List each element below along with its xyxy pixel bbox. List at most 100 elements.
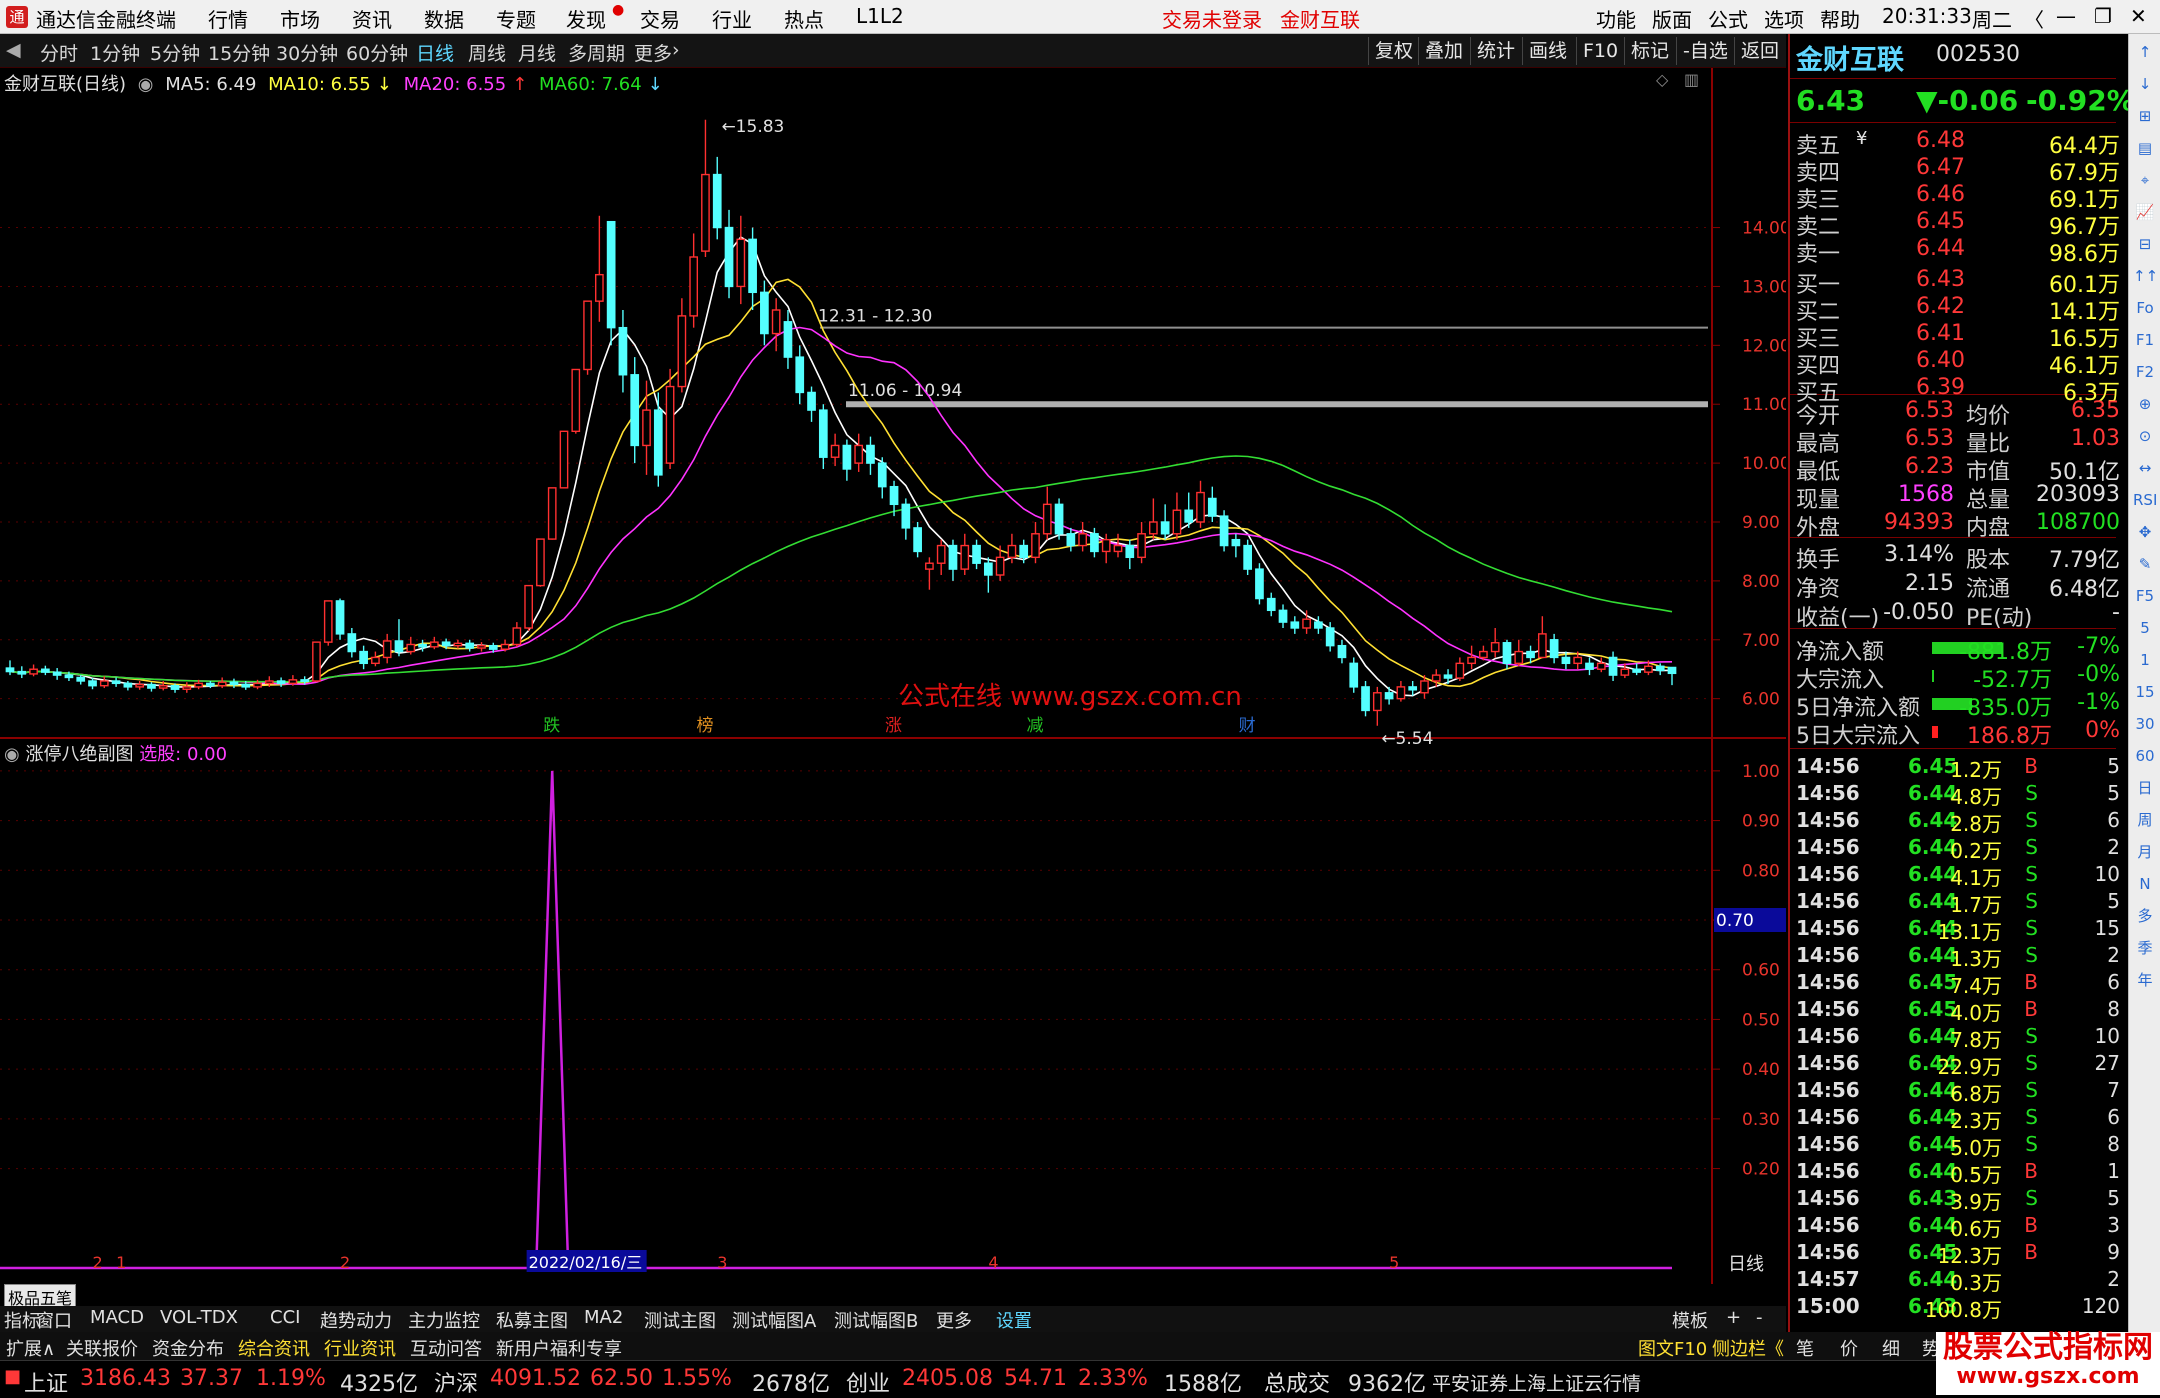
- huaxian-button[interactable]: 画线: [1522, 37, 1573, 65]
- candle[interactable]: [1608, 651, 1618, 681]
- candle[interactable]: [1207, 486, 1217, 522]
- indicator-tab[interactable]: MA2: [584, 1307, 623, 1328]
- back-button[interactable]: 返回: [1734, 37, 1785, 65]
- candle[interactable]: [1125, 539, 1135, 570]
- candle[interactable]: [571, 368, 581, 434]
- candle[interactable]: [1455, 657, 1465, 681]
- candle[interactable]: [1537, 616, 1547, 659]
- candle[interactable]: [760, 280, 769, 346]
- close-icon[interactable]: ✕: [2130, 4, 2147, 28]
- candle[interactable]: [948, 539, 958, 581]
- candle[interactable]: [1137, 522, 1146, 564]
- candle[interactable]: [1031, 522, 1040, 564]
- candle[interactable]: [983, 557, 993, 593]
- candle[interactable]: [5, 660, 15, 676]
- candle[interactable]: [1243, 539, 1253, 575]
- side-tool-icon[interactable]: 1: [2133, 648, 2157, 672]
- cy-label[interactable]: 创业: [846, 1366, 890, 1398]
- period-1min[interactable]: 1分钟: [90, 39, 140, 66]
- candle[interactable]: [689, 233, 699, 328]
- candle[interactable]: [1408, 681, 1418, 696]
- indicator-tab[interactable]: 窗口: [36, 1307, 72, 1333]
- candle[interactable]: [335, 598, 345, 640]
- right-tab[interactable]: 笔: [1796, 1335, 1814, 1361]
- indicator-tab[interactable]: MACD: [90, 1307, 144, 1328]
- candle[interactable]: [1384, 686, 1394, 705]
- candle[interactable]: [677, 298, 687, 393]
- bid-row[interactable]: 买二 6.42 14.1万: [1796, 294, 2122, 325]
- sh-label[interactable]: 上证: [24, 1366, 68, 1398]
- side-tool-icon[interactable]: Fo: [2133, 296, 2157, 320]
- side-tool-icon[interactable]: RSI: [2133, 488, 2157, 512]
- info-tab[interactable]: 互动问答: [410, 1335, 482, 1361]
- candle[interactable]: [1066, 527, 1076, 552]
- candle[interactable]: [359, 645, 368, 670]
- tick-row[interactable]: 14:56 6.44 22.9万 S 27: [1796, 1051, 2122, 1079]
- menu-hangye[interactable]: 行业: [712, 4, 752, 33]
- indicator-tab[interactable]: 主力监控: [408, 1307, 480, 1333]
- period-more[interactable]: 更多: [634, 39, 672, 66]
- right-tab[interactable]: 细: [1882, 1335, 1900, 1361]
- candle[interactable]: [1219, 510, 1229, 552]
- candle[interactable]: [1549, 633, 1559, 664]
- ask-row[interactable]: 卖三 6.46 69.1万: [1796, 182, 2122, 213]
- candle[interactable]: [1255, 563, 1264, 605]
- tick-row[interactable]: 14:56 6.44 0.5万 B 1: [1796, 1159, 2122, 1187]
- candle[interactable]: [1278, 604, 1288, 628]
- candle[interactable]: [736, 215, 746, 305]
- menu-banmian[interactable]: 版面: [1652, 4, 1692, 33]
- candle[interactable]: [29, 664, 38, 677]
- candle[interactable]: [783, 310, 793, 369]
- indicator-tab[interactable]: 测试幅图A: [732, 1307, 816, 1333]
- side-tool-icon[interactable]: ↑: [2133, 40, 2157, 64]
- period-multi[interactable]: 多周期: [568, 39, 625, 66]
- candle[interactable]: [465, 639, 475, 652]
- tick-row[interactable]: 14:56 6.43 3.9万 S 5: [1796, 1186, 2122, 1214]
- candle[interactable]: [1101, 533, 1111, 564]
- candle[interactable]: [1054, 498, 1064, 540]
- tick-row[interactable]: 14:56 6.44 4.1万 S 10: [1796, 862, 2122, 890]
- menu-jiaoyi[interactable]: 交易: [640, 4, 680, 33]
- tick-row[interactable]: 14:56 6.44 5.0万 S 8: [1796, 1132, 2122, 1160]
- indicator-tab[interactable]: 更多: [936, 1307, 972, 1333]
- info-tab[interactable]: 关联报价: [66, 1335, 138, 1361]
- tick-row[interactable]: 14:56 6.45 4.0万 B 8: [1796, 997, 2122, 1025]
- ask-row[interactable]: 卖四 6.47 67.9万: [1796, 155, 2122, 186]
- candle[interactable]: [536, 538, 545, 587]
- candle[interactable]: [877, 457, 887, 499]
- tick-row[interactable]: 14:57 6.44 0.3万 2: [1796, 1267, 2122, 1295]
- candle[interactable]: [913, 522, 922, 558]
- tick-row[interactable]: 14:56 6.45 7.4万 B 6: [1796, 970, 2122, 998]
- candle[interactable]: [1172, 492, 1182, 540]
- period-daily[interactable]: 日线: [416, 39, 454, 66]
- candle[interactable]: [1490, 628, 1500, 658]
- menu-zixun[interactable]: 资讯: [352, 4, 392, 33]
- candle[interactable]: [88, 678, 97, 690]
- tick-row[interactable]: 14:56 6.45 1.2万 B 5: [1796, 754, 2122, 782]
- indicator-tab[interactable]: 测试主图: [644, 1307, 716, 1333]
- candle[interactable]: [147, 682, 156, 692]
- candle[interactable]: [960, 533, 970, 575]
- info-tab[interactable]: 行业资讯: [324, 1335, 396, 1361]
- menu-bangzhu[interactable]: 帮助: [1820, 4, 1860, 33]
- candle[interactable]: [52, 668, 62, 680]
- indicator-tab[interactable]: 设置: [996, 1307, 1032, 1333]
- candle[interactable]: [1160, 504, 1170, 540]
- candle[interactable]: [382, 633, 392, 664]
- candle[interactable]: [453, 639, 463, 649]
- side-tool-icon[interactable]: 5: [2133, 616, 2157, 640]
- candle[interactable]: [559, 430, 569, 489]
- tick-row[interactable]: 14:56 6.44 13.1万 S 15: [1796, 916, 2122, 944]
- candle[interactable]: [701, 119, 710, 257]
- kline-chart[interactable]: 14.0013.0012.0011.0010.009.008.007.006.0…: [0, 68, 1786, 1284]
- menu-xuanxiang[interactable]: 选项: [1764, 4, 1804, 33]
- indicator-tab[interactable]: 测试幅图B: [834, 1307, 918, 1333]
- side-tool-icon[interactable]: 60: [2133, 744, 2157, 768]
- candle[interactable]: [1078, 522, 1087, 552]
- period-fenshi[interactable]: 分时: [40, 39, 78, 66]
- side-tool-icon[interactable]: F1: [2133, 328, 2157, 352]
- candle[interactable]: [712, 156, 722, 240]
- candle[interactable]: [1667, 666, 1677, 686]
- candle[interactable]: [217, 677, 227, 689]
- menu-redian[interactable]: 热点: [784, 4, 824, 33]
